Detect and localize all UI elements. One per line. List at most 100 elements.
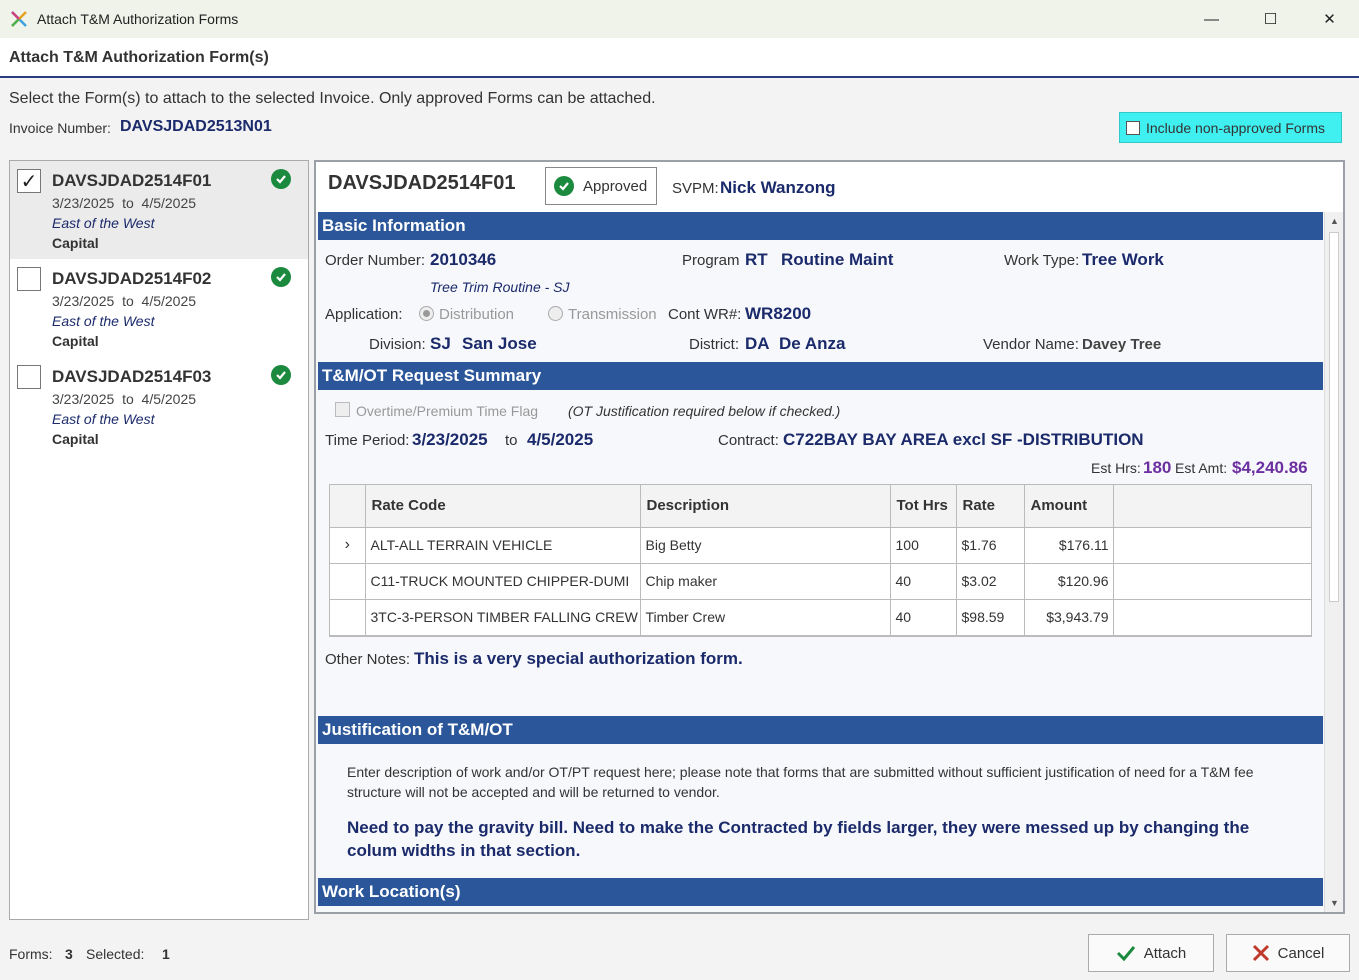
invoice-number-value: DAVSJDAD2513N01 — [120, 118, 272, 135]
detail-scroll-area[interactable]: Basic Information Order Number: 2010346 … — [316, 212, 1343, 912]
maximize-button[interactable]: ☐ — [1241, 0, 1300, 38]
cell-filler — [1113, 527, 1311, 564]
column-header-description[interactable]: Description — [640, 485, 891, 528]
form-detail-panel: DAVSJDAD2514F01 Approved SVPM: Nick Wanz… — [314, 160, 1345, 914]
cell-rate-code[interactable]: 3TC-3-PERSON TIMBER FALLING CREW — [365, 599, 641, 636]
column-header-rate-code[interactable]: Rate Code — [365, 485, 641, 528]
form-list: ✓ DAVSJDAD2514F01 3/23/2025 to 4/5/2025 … — [9, 160, 309, 920]
table-row[interactable]: C11-TRUCK MOUNTED CHIPPER-DUMI Chip make… — [330, 563, 1311, 600]
detail-form-id: DAVSJDAD2514F01 — [328, 172, 516, 194]
order-number-label: Order Number: — [325, 252, 426, 269]
form-dates: 3/23/2025 to 4/5/2025 — [52, 195, 197, 211]
minimize-button[interactable]: — — [1182, 0, 1241, 38]
cell-filler — [1113, 599, 1311, 636]
instructions-text: Select the Form(s) to attach to the sele… — [9, 90, 656, 107]
list-item[interactable]: DAVSJDAD2514F02 3/23/2025 to 4/5/2025 Ea… — [10, 259, 308, 357]
table-row[interactable]: 3TC-3-PERSON TIMBER FALLING CREW Timber … — [330, 599, 1311, 636]
work-type-label: Work Type: — [1004, 252, 1080, 269]
cell-rate[interactable]: $98.59 — [956, 599, 1025, 636]
forms-count-value: 3 — [65, 946, 73, 962]
est-hrs-label: Est Hrs: — [1091, 460, 1141, 476]
form-type: Capital — [52, 431, 99, 447]
justification-prompt: Enter description of work and/or OT/PT r… — [347, 764, 1254, 800]
est-amt-value: $4,240.86 — [1232, 458, 1308, 477]
form-id: DAVSJDAD2514F03 — [52, 367, 212, 386]
table-row[interactable]: › ALT-ALL TERRAIN VEHICLE Big Betty 100 … — [330, 527, 1311, 564]
cell-description[interactable]: Chip maker — [640, 563, 891, 600]
program-label: Program — [682, 252, 740, 269]
approved-icon — [271, 365, 291, 385]
form-region: East of the West — [52, 411, 155, 427]
cell-tot-hrs[interactable]: 40 — [890, 563, 957, 600]
cancel-button[interactable]: Cancel — [1226, 934, 1350, 972]
column-header-filler — [1113, 485, 1311, 528]
cell-rate[interactable]: $1.76 — [956, 527, 1025, 564]
distribution-label: Distribution — [439, 306, 515, 323]
cell-description[interactable]: Big Betty — [640, 527, 891, 564]
time-period-to: to — [505, 432, 518, 449]
est-amt-label: Est Amt: — [1175, 460, 1228, 476]
work-type-value: Tree Work — [1082, 250, 1164, 269]
dialog-title: Attach T&M Authorization Form(s) — [9, 49, 269, 66]
form-region: East of the West — [52, 215, 155, 231]
cont-wr-value: WR8200 — [745, 304, 812, 323]
selected-count-label: Selected: — [86, 946, 145, 962]
cell-description[interactable]: Timber Crew — [640, 599, 891, 636]
current-row-chevron-icon: › — [330, 527, 366, 564]
contract-value: C722BAY BAY AREA excl SF -DISTRIBUTION — [783, 430, 1144, 449]
cell-amount[interactable]: $120.96 — [1024, 563, 1114, 600]
cell-amount[interactable]: $176.11 — [1024, 527, 1114, 564]
form-checkbox[interactable] — [17, 365, 41, 389]
justification-text[interactable]: Need to pay the gravity bill. Need to ma… — [347, 816, 1297, 862]
transmission-label: Transmission — [568, 306, 657, 323]
attach-button[interactable]: Attach — [1088, 934, 1214, 972]
list-item[interactable]: DAVSJDAD2514F03 3/23/2025 to 4/5/2025 Ea… — [10, 357, 308, 455]
overtime-flag-label: Overtime/Premium Time Flag — [356, 403, 539, 419]
other-notes-value: This is a very special authorization for… — [414, 649, 743, 668]
section-justification: Justification of T&M/OT — [318, 716, 1323, 744]
svpm-label: SVPM: — [672, 180, 719, 197]
division-label: Division: — [369, 336, 426, 353]
list-item[interactable]: ✓ DAVSJDAD2514F01 3/23/2025 to 4/5/2025 … — [10, 161, 308, 259]
district-code: DA — [745, 334, 770, 353]
form-dates: 3/23/2025 to 4/5/2025 — [52, 293, 197, 309]
check-icon — [1116, 946, 1135, 962]
row-indicator — [330, 563, 366, 600]
cell-tot-hrs[interactable]: 100 — [890, 527, 957, 564]
include-non-approved-label: Include non-approved Forms — [1146, 119, 1325, 136]
form-checkbox[interactable] — [17, 267, 41, 291]
overtime-flag-checkbox[interactable] — [335, 402, 350, 417]
district-label: District: — [689, 336, 739, 353]
distribution-radio[interactable] — [419, 306, 434, 321]
order-description: Tree Trim Routine - SJ — [430, 279, 570, 295]
close-button[interactable]: ✕ — [1300, 0, 1359, 38]
column-header-tot-hrs[interactable]: Tot Hrs — [890, 485, 957, 528]
program-code: RT — [745, 250, 768, 269]
division-code: SJ — [430, 334, 451, 353]
transmission-radio[interactable] — [548, 306, 563, 321]
row-indicator-header — [330, 485, 366, 528]
form-region: East of the West — [52, 313, 155, 329]
district-name: De Anza — [779, 334, 846, 353]
scrollbar-thumb[interactable] — [1329, 232, 1339, 602]
rate-table: Rate Code Description Tot Hrs Rate Amoun… — [329, 484, 1312, 637]
include-non-approved-toggle[interactable]: Include non-approved Forms — [1119, 112, 1342, 143]
scroll-up-icon[interactable]: ▲ — [1325, 212, 1343, 230]
column-header-rate[interactable]: Rate — [956, 485, 1025, 528]
cell-tot-hrs[interactable]: 40 — [890, 599, 957, 636]
form-checkbox[interactable]: ✓ — [17, 169, 41, 193]
row-indicator — [330, 599, 366, 636]
cont-wr-label: Cont WR#: — [668, 306, 742, 323]
order-number-value: 2010346 — [430, 250, 497, 269]
section-basic-information: Basic Information — [318, 212, 1323, 240]
detail-scrollbar[interactable]: ▲ ▼ — [1324, 212, 1343, 912]
cell-rate-code[interactable]: ALT-ALL TERRAIN VEHICLE — [365, 527, 641, 564]
scroll-down-icon[interactable]: ▼ — [1325, 894, 1343, 912]
column-header-amount[interactable]: Amount — [1024, 485, 1114, 528]
cell-amount[interactable]: $3,943.79 — [1024, 599, 1114, 636]
cell-rate-code[interactable]: C11-TRUCK MOUNTED CHIPPER-DUMI — [365, 563, 641, 600]
time-period-start: 3/23/2025 — [412, 430, 488, 449]
status-badge: Approved — [545, 167, 657, 205]
cell-rate[interactable]: $3.02 — [956, 563, 1025, 600]
include-non-approved-checkbox[interactable] — [1126, 120, 1140, 135]
